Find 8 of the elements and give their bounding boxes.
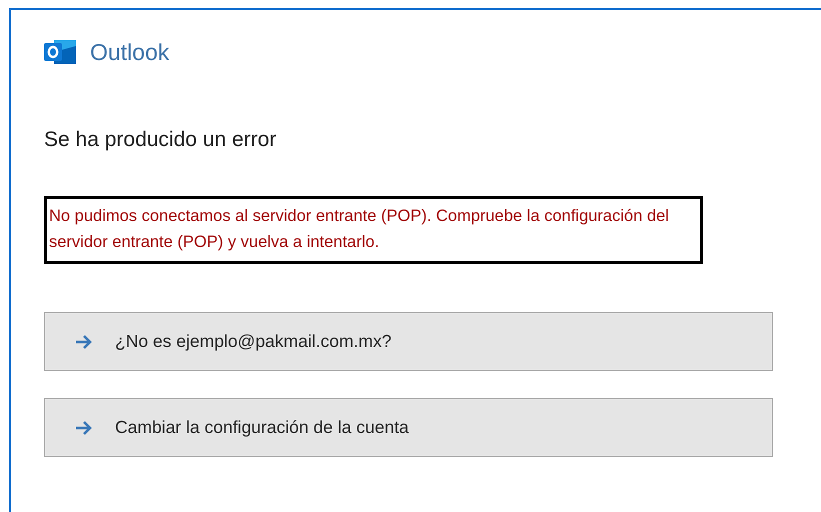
arrow-right-icon [75,334,93,348]
error-heading: Se ha producido un error [44,128,278,152]
option-button[interactable]: Cambiar la configuración de la cuenta [44,398,773,457]
arrow-right-icon [75,420,93,434]
error-message: No pudimos conectamos al servidor entrante (POP). Compruebe la configuración del servidor entrante (POP) y vuelva a intentarlo. [49,206,670,253]
outlook-logo-icon [44,38,78,66]
app-title: Outlook [90,38,170,66]
option-button[interactable]: ¿No es ejemplo@pakmail.com.mx? [44,312,773,371]
